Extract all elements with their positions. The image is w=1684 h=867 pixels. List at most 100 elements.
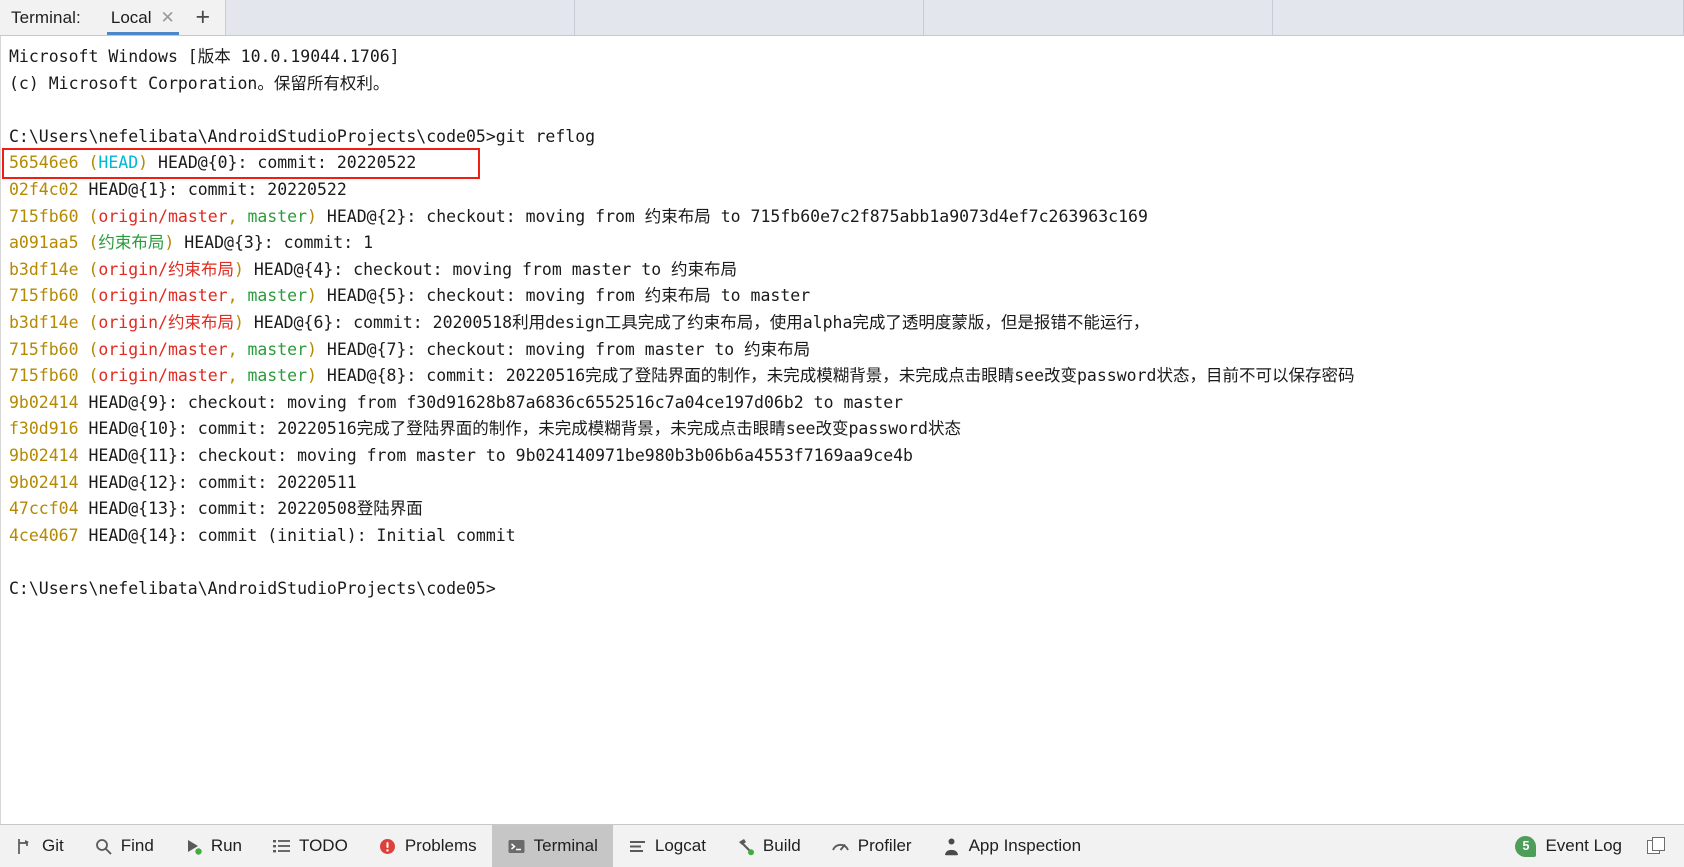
- reflog-message: HEAD@{0}: commit: 20220522: [148, 153, 417, 173]
- terminal-header-line: C:\Users\nefelibata\AndroidStudioProject…: [9, 126, 596, 146]
- commit-hash: 9b02414: [9, 472, 79, 492]
- ref-name: (: [88, 233, 99, 253]
- ref-name: (: [88, 339, 99, 359]
- ref-name: (: [88, 259, 99, 279]
- statusbar-item-label: Profiler: [857, 836, 912, 855]
- ref-name: ): [307, 206, 317, 226]
- reflog-line: b3df14e (origin/约束布局) HEAD@{4}: checkout…: [5, 257, 1684, 284]
- statusbar-item-label: Problems: [404, 836, 477, 855]
- close-icon[interactable]: ✕: [161, 9, 175, 26]
- statusbar-item-logcat[interactable]: Logcat: [613, 825, 721, 867]
- restore-layout-icon[interactable]: [1647, 836, 1666, 856]
- ref-name: ): [233, 312, 244, 332]
- statusbar-item-label: App Inspection: [968, 836, 1082, 855]
- run-play-icon: [184, 837, 203, 856]
- tab-bar-segment: [225, 0, 575, 35]
- reflog-line: 9b02414 HEAD@{11}: checkout: moving from…: [5, 443, 1684, 470]
- statusbar-item-label: TODO: [299, 836, 348, 855]
- tab-bar-segment: [574, 0, 924, 35]
- ref-name: 约束布局: [98, 233, 165, 253]
- ref-name: ): [307, 286, 317, 306]
- commit-hash: f30d916: [9, 419, 79, 439]
- statusbar-item-label: Run: [210, 836, 242, 855]
- reflog-message: HEAD@{2}: checkout: moving from 约束布局 to …: [316, 206, 1148, 226]
- ref-name: origin/约束布局: [98, 312, 234, 332]
- commit-hash: 715fb60: [9, 286, 79, 306]
- ref-name: ,: [227, 339, 248, 359]
- statusbar-item-label: Build: [762, 836, 801, 855]
- statusbar-item-label: Find: [120, 836, 154, 855]
- error-circle-icon: [378, 837, 397, 856]
- ref-name: ): [307, 339, 317, 359]
- statusbar-item-git[interactable]: Git: [0, 825, 79, 867]
- git-branch-icon: [15, 837, 34, 856]
- reflog-message: HEAD@{9}: checkout: moving from f30d9162…: [78, 392, 904, 412]
- reflog-message: HEAD@{1}: commit: 20220522: [78, 179, 347, 199]
- tab-bar-segment: [1272, 0, 1684, 35]
- tab-local[interactable]: Local ✕: [103, 0, 181, 35]
- hammer-icon: [736, 837, 755, 856]
- terminal-output-area[interactable]: Microsoft Windows [版本 10.0.19044.1706] (c…: [0, 36, 1684, 824]
- reflog-message: HEAD@{12}: commit: 20220511: [78, 472, 357, 492]
- reflog-line: 715fb60 (origin/master, master) HEAD@{2}…: [5, 204, 1684, 231]
- plus-icon[interactable]: +: [181, 0, 225, 35]
- commit-hash: 47ccf04: [9, 499, 79, 519]
- terminal-tab-group: Terminal: Local ✕ +: [0, 0, 226, 35]
- terminal-prompt-line: C:\Users\nefelibata\AndroidStudioProject…: [9, 578, 496, 598]
- reflog-line: f30d916 HEAD@{10}: commit: 20220516完成了登陆…: [5, 416, 1684, 443]
- commit-hash: 56546e6: [9, 153, 79, 173]
- ref-name: ,: [227, 286, 248, 306]
- reflog-line: 715fb60 (origin/master, master) HEAD@{7}…: [5, 337, 1684, 364]
- statusbar-item-build[interactable]: Build: [721, 825, 816, 867]
- ref-name: (: [88, 312, 99, 332]
- ref-name: ): [138, 153, 149, 173]
- reflog-message: HEAD@{3}: commit: 1: [174, 233, 374, 253]
- commit-hash: 9b02414: [9, 392, 79, 412]
- terminal-header-line: (c) Microsoft Corporation。保留所有权利。: [9, 73, 390, 93]
- statusbar-item-run[interactable]: Run: [169, 825, 257, 867]
- reflog-message: HEAD@{14}: commit (initial): Initial com…: [78, 525, 516, 545]
- ref-name: ): [307, 366, 317, 386]
- ref-name: ,: [227, 366, 248, 386]
- statusbar-item-label: Git: [42, 836, 64, 855]
- app-inspection-icon: [942, 837, 961, 856]
- terminal-title-label: Terminal:: [11, 7, 81, 27]
- ref-name: origin/master: [98, 286, 228, 306]
- gauge-icon: [831, 837, 850, 856]
- statusbar-item-app-inspection[interactable]: App Inspection: [927, 825, 1096, 867]
- todo-list-icon: [272, 837, 291, 856]
- reflog-line: 4ce4067 HEAD@{14}: commit (initial): Ini…: [5, 523, 1684, 550]
- reflog-line: 9b02414 HEAD@{12}: commit: 20220511: [5, 470, 1684, 497]
- ref-name: origin/master: [98, 206, 228, 226]
- ref-name: HEAD: [98, 153, 139, 173]
- reflog-message: HEAD@{11}: checkout: moving from master …: [78, 445, 913, 465]
- statusbar-item-problems[interactable]: Problems: [363, 825, 492, 867]
- ref-name: ): [233, 259, 244, 279]
- statusbar-spacer: [1096, 825, 1515, 867]
- reflog-line: 715fb60 (origin/master, master) HEAD@{5}…: [5, 283, 1684, 310]
- statusbar-item-profiler[interactable]: Profiler: [816, 825, 927, 867]
- statusbar-item-find[interactable]: Find: [79, 825, 169, 867]
- terminal-header-line: Microsoft Windows [版本 10.0.19044.1706]: [9, 47, 400, 66]
- statusbar-item-terminal[interactable]: Terminal: [491, 825, 613, 867]
- ref-name: (: [88, 286, 99, 306]
- ref-name: origin/master: [98, 339, 228, 359]
- event-log-button[interactable]: Event Log: [1545, 836, 1638, 856]
- reflog-line: a091aa5 (约束布局) HEAD@{3}: commit: 1: [5, 230, 1684, 257]
- ref-name: (: [88, 366, 99, 386]
- reflog-message: HEAD@{13}: commit: 20220508登陆界面: [78, 499, 423, 519]
- commit-hash: 9b02414: [9, 445, 79, 465]
- reflog-message: HEAD@{8}: commit: 20220516完成了登陆界面的制作，未完成…: [316, 366, 1355, 386]
- event-log-area: 5 Event Log: [1515, 825, 1684, 867]
- statusbar-item-todo[interactable]: TODO: [257, 825, 363, 867]
- magnifier-icon: [94, 837, 113, 856]
- commit-hash: 4ce4067: [9, 525, 79, 545]
